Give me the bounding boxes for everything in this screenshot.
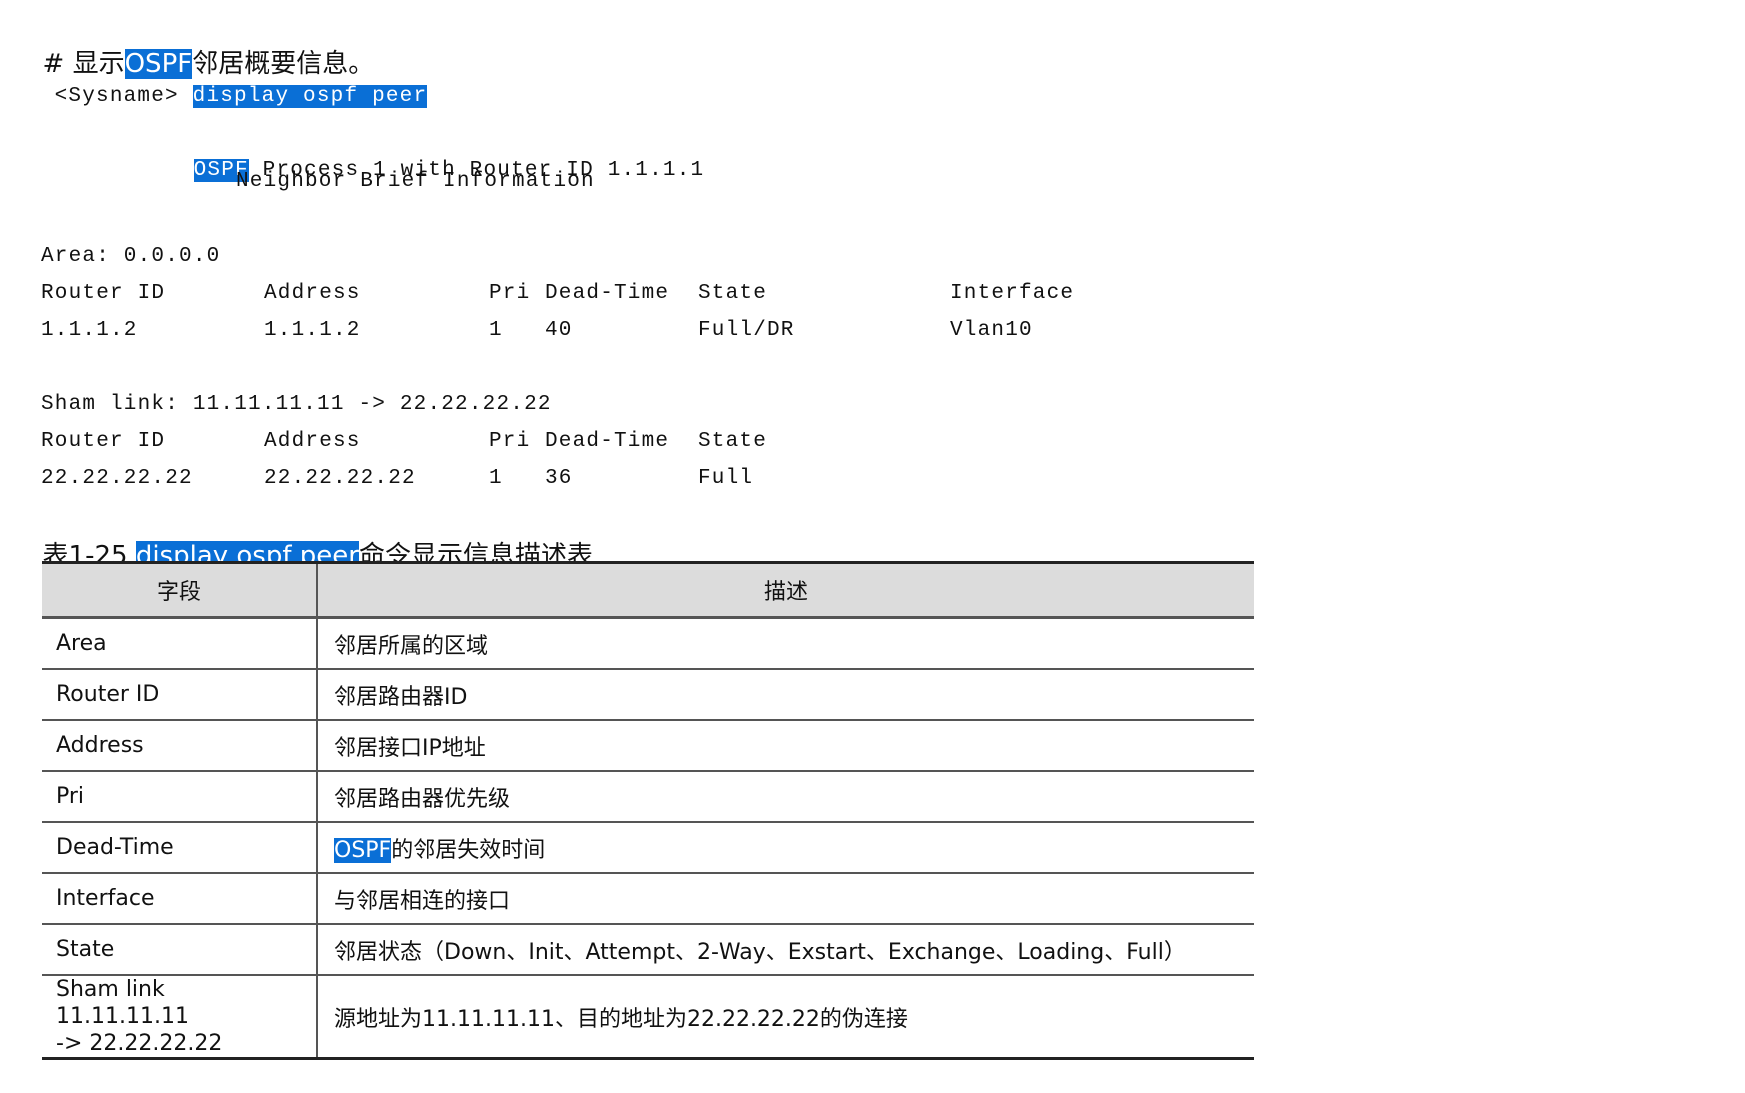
area-line: Area: 0.0.0.0 [41, 245, 221, 268]
header-description: 描述 [317, 561, 1254, 619]
description-highlight: OSPF [334, 837, 392, 863]
description-cell: 源地址为11.11.11.11、目的地址为22.22.22.22的伪连接 [317, 975, 1254, 1060]
field-line2: -> 22.22.22.22 [56, 1031, 223, 1056]
area-header-address: Address [264, 282, 361, 305]
sham-header-state: State [698, 430, 768, 453]
field-cell: Interface [42, 873, 318, 925]
description-cell: 邻居接口IP地址 [317, 720, 1254, 772]
area-cell-state: Full/DR [698, 319, 795, 342]
sham-header-dead-time: Dead-Time [545, 430, 670, 453]
field-cell: Dead-Time [42, 822, 318, 874]
area-cell-dead-time: 40 [545, 319, 573, 342]
output-banner-line2: Neighbor Brief Information [236, 170, 595, 193]
area-cell-pri: 1 [489, 319, 503, 342]
description-cell: 邻居路由器ID [317, 669, 1254, 721]
field-cell: State [42, 924, 318, 976]
field-cell: Address [42, 720, 318, 772]
command-line: <Sysname> display ospf peer [27, 58, 428, 110]
description-cell: 邻居路由器优先级 [317, 771, 1254, 823]
table-row: Router ID 邻居路由器ID [42, 669, 1254, 721]
area-header-state: State [698, 282, 768, 305]
sham-cell-router-id: 22.22.22.22 [41, 467, 193, 490]
sham-header-address: Address [264, 430, 361, 453]
area-header-router-id: Router ID [41, 282, 166, 305]
header-field: 字段 [42, 561, 318, 619]
description-cell: 邻居所属的区域 [317, 617, 1254, 670]
sham-header-pri: Pri [489, 430, 531, 453]
field-description-table: 字段 描述 Area 邻居所属的区域 Router ID 邻居路由器ID Add… [42, 561, 1254, 1060]
table-row: State 邻居状态（Down、Init、Attempt、2-Way、Exsta… [42, 924, 1254, 976]
command-prompt: <Sysname> [54, 85, 179, 108]
sham-cell-pri: 1 [489, 467, 503, 490]
description-cell: 邻居状态（Down、Init、Attempt、2-Way、Exstart、Exc… [317, 924, 1254, 976]
sham-cell-dead-time: 36 [545, 467, 573, 490]
description-cell: OSPF的邻居失效时间 [317, 822, 1254, 874]
field-cell: Router ID [42, 669, 318, 721]
field-cell: Pri [42, 771, 318, 823]
table-row: Area 邻居所属的区域 [42, 617, 1254, 670]
field-line1: Sham link 11.11.11.11 [56, 977, 189, 1029]
area-header-dead-time: Dead-Time [545, 282, 670, 305]
area-cell-address: 1.1.1.2 [264, 319, 361, 342]
table-row: Address 邻居接口IP地址 [42, 720, 1254, 772]
area-header-interface: Interface [950, 282, 1075, 305]
sham-header-router-id: Router ID [41, 430, 166, 453]
table-row: Pri 邻居路由器优先级 [42, 771, 1254, 823]
command-text: display ospf peer [192, 85, 428, 108]
sham-link-line: Sham link: 11.11.11.11 -> 22.22.22.22 [41, 393, 552, 416]
area-cell-router-id: 1.1.1.2 [41, 319, 138, 342]
field-cell: Area [42, 617, 318, 670]
sham-cell-address: 22.22.22.22 [264, 467, 416, 490]
description-cell: 与邻居相连的接口 [317, 873, 1254, 925]
table-row: Sham link 11.11.11.11 -> 22.22.22.22 源地址… [42, 975, 1254, 1060]
table-row: Interface 与邻居相连的接口 [42, 873, 1254, 925]
area-cell-interface: Vlan10 [950, 319, 1033, 342]
field-cell: Sham link 11.11.11.11 -> 22.22.22.22 [42, 975, 318, 1060]
table-header-row: 字段 描述 [42, 561, 1254, 619]
area-header-pri: Pri [489, 282, 531, 305]
table-row: Dead-Time OSPF的邻居失效时间 [42, 822, 1254, 874]
sham-cell-state: Full [698, 467, 754, 490]
description-text: 的邻居失效时间 [391, 837, 546, 863]
